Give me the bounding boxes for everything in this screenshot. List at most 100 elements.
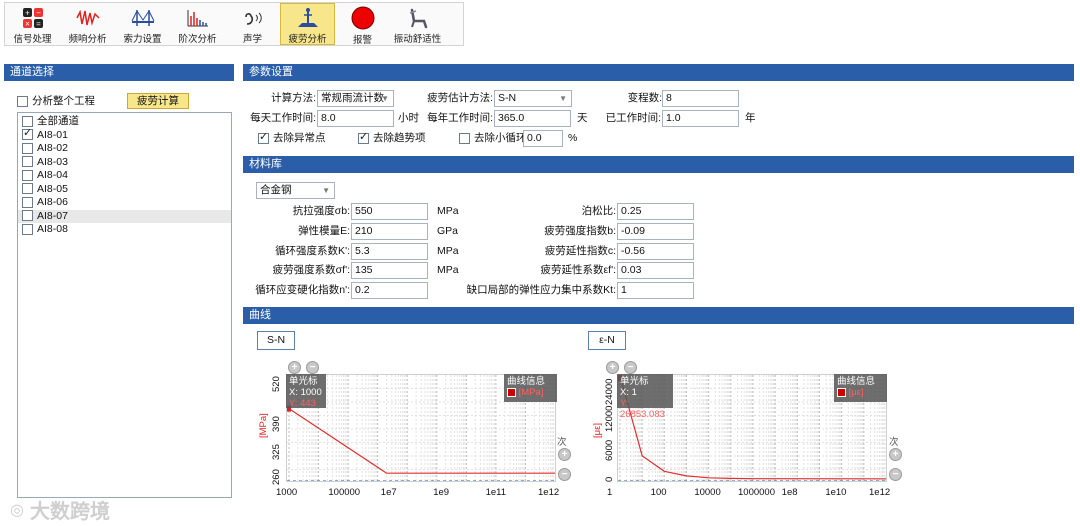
remove-small-cycle-checkbox[interactable]: 去除小循环 — [459, 132, 527, 145]
poisson-input[interactable]: 0.25 — [617, 203, 694, 220]
channel-checkbox[interactable] — [22, 183, 33, 195]
en-curve-button[interactable]: ε-N — [588, 331, 626, 350]
toolbar-fatigue-analysis[interactable]: 疲劳分析 — [280, 3, 335, 45]
zoom-out-icon[interactable]: − — [889, 468, 902, 481]
cursor-y: Y: 443 — [289, 398, 316, 409]
sn-xtick: 1000 — [276, 487, 298, 498]
calc-method-label: 计算方法: — [271, 92, 316, 104]
toolbar-alarm[interactable]: 报警 — [335, 3, 390, 46]
channel-item[interactable]: AI8-05 — [18, 183, 231, 197]
channel-checkbox[interactable] — [22, 196, 33, 208]
fat-ductility-exp-label: 疲劳延性指数c: — [544, 245, 616, 257]
channel-checkbox[interactable] — [22, 127, 33, 141]
toolbar-label: 阶次分析 — [178, 34, 217, 45]
cursor-title: 单光标 — [289, 376, 318, 387]
watermark-logo-icon: ◎ — [10, 501, 24, 519]
en-ytick: 24000 — [604, 378, 615, 405]
toolbar-signal-processing[interactable]: + − × = 信号处理 — [5, 3, 60, 45]
toolbar-cable-force[interactable]: 索力设置 — [115, 3, 170, 45]
cursor-y: Y: 26853.083 — [620, 398, 665, 420]
yearly-days-input[interactable]: 365.0 — [494, 110, 571, 127]
cyc-strength-input[interactable]: 5.3 — [351, 243, 428, 260]
sn-xtick: 100000 — [328, 487, 361, 498]
curve-info-title: 曲线信息 — [507, 376, 546, 387]
svg-text:×: × — [25, 19, 30, 28]
sn-curve-button[interactable]: S-N — [257, 331, 295, 350]
toolbar-acoustics[interactable]: 声学 — [225, 3, 280, 45]
zoom-out-icon[interactable]: − — [624, 361, 637, 374]
fat-strength-exp-label: 疲劳强度指数b: — [544, 225, 616, 237]
analyze-project-checkbox[interactable]: 分析整个工程 — [17, 95, 95, 108]
channel-checkbox[interactable] — [22, 115, 33, 127]
fat-strength-input[interactable]: 135 — [351, 262, 428, 279]
en-xtick: 1000000 — [738, 487, 775, 498]
svg-text:+: + — [25, 8, 30, 17]
channel-item[interactable]: AI8-01 — [18, 127, 231, 143]
checkbox[interactable] — [358, 131, 369, 144]
zoom-in-icon[interactable]: + — [889, 448, 902, 461]
daily-hours-input[interactable]: 8.0 — [317, 110, 394, 127]
material-select[interactable]: 合金钢 ▼ — [256, 182, 335, 199]
var-count-label: 变程数: — [627, 92, 662, 104]
daily-hours-unit: 小时 — [398, 112, 419, 124]
channel-tree: 全部通道AI8-01AI8-02AI8-03AI8-04AI8-05AI8-06… — [17, 112, 232, 498]
toolbar-label: 报警 — [352, 35, 372, 46]
signal-processing-icon: + − × = — [20, 6, 46, 29]
channel-item[interactable]: AI8-07 — [18, 209, 231, 223]
elastic-input[interactable]: 210 — [351, 223, 428, 240]
fatigue-calc-button[interactable]: 疲劳计算 — [127, 93, 189, 109]
remove-trend-checkbox[interactable]: 去除趋势项 — [358, 131, 426, 145]
checkbox[interactable] — [17, 95, 28, 107]
remove-small-cycle-label: 去除小循环 — [474, 132, 527, 144]
calc-method-select[interactable]: 常规雨流计数 ▼ — [317, 90, 394, 107]
channel-item[interactable]: AI8-03 — [18, 156, 231, 170]
watermark-text: 大数跨境 — [29, 501, 110, 523]
svg-text:−: − — [36, 8, 41, 17]
channel-item[interactable]: AI8-04 — [18, 169, 231, 183]
channel-checkbox[interactable] — [22, 210, 33, 222]
toolbar-frequency-response[interactable]: 频响分析 — [60, 3, 115, 45]
fat-ductility-coef-label: 疲劳延性系数εf': — [540, 264, 616, 276]
channel-item[interactable]: AI8-06 — [18, 196, 231, 210]
vibration-comfort-icon — [405, 6, 431, 29]
channel-item[interactable]: 全部通道 — [18, 115, 231, 129]
toolbar-order-analysis[interactable]: 阶次分析 — [170, 3, 225, 45]
cyc-strength-label: 循环强度系数K': — [275, 245, 350, 257]
channel-item[interactable]: AI8-02 — [18, 142, 231, 156]
channel-item[interactable]: AI8-08 — [18, 223, 231, 237]
channel-checkbox[interactable] — [22, 156, 33, 168]
toolbar-vibration-comfort[interactable]: 振动舒适性 — [390, 3, 445, 45]
en-xtick: 1e10 — [825, 487, 847, 498]
hardening-input[interactable]: 0.2 — [351, 282, 428, 299]
channel-checkbox[interactable] — [22, 223, 33, 235]
remove-small-cycle-input[interactable]: 0.0 — [523, 130, 563, 147]
zoom-in-icon[interactable]: + — [288, 361, 301, 374]
estimate-method-select[interactable]: S-N ▼ — [494, 90, 572, 107]
zoom-out-icon[interactable]: − — [558, 468, 571, 481]
en-cursor-box: 单光标 X: 1 Y: 26853.083 — [617, 374, 673, 420]
yearly-days-unit: 天 — [577, 112, 588, 124]
en-ytick: 12000 — [604, 405, 615, 432]
fat-ductility-exp-input[interactable]: -0.56 — [617, 243, 694, 260]
channel-checkbox[interactable] — [22, 169, 33, 181]
worked-time-input[interactable]: 1.0 — [662, 110, 739, 127]
zoom-in-icon[interactable]: + — [606, 361, 619, 374]
dropdown-arrow-icon: ▼ — [322, 186, 330, 195]
kt-input[interactable]: 1 — [617, 282, 694, 299]
checkbox[interactable] — [459, 132, 470, 144]
remove-outliers-checkbox[interactable]: 去除异常点 — [258, 131, 326, 145]
fat-ductility-coef-input[interactable]: 0.03 — [617, 262, 694, 279]
fat-strength-exp-input[interactable]: -0.09 — [617, 223, 694, 240]
fatigue-analysis-window: + − × = 信号处理 频响分析 索力设置 阶次分析 声学 疲劳分析 报警 振… — [0, 0, 1080, 526]
zoom-out-icon[interactable]: − — [306, 361, 319, 374]
curves-panel-header: 曲线 — [243, 307, 1074, 324]
zoom-in-icon[interactable]: + — [558, 448, 571, 461]
estimate-method-value: S-N — [498, 92, 517, 104]
channel-checkbox[interactable] — [22, 142, 33, 154]
calc-method-value: 常规雨流计数 — [321, 92, 384, 104]
en-xtick: 1e12 — [869, 487, 891, 498]
tensile-input[interactable]: 550 — [351, 203, 428, 220]
var-count-input[interactable]: 8 — [662, 90, 739, 107]
legend-swatch — [507, 387, 516, 397]
checkbox[interactable] — [258, 131, 269, 144]
